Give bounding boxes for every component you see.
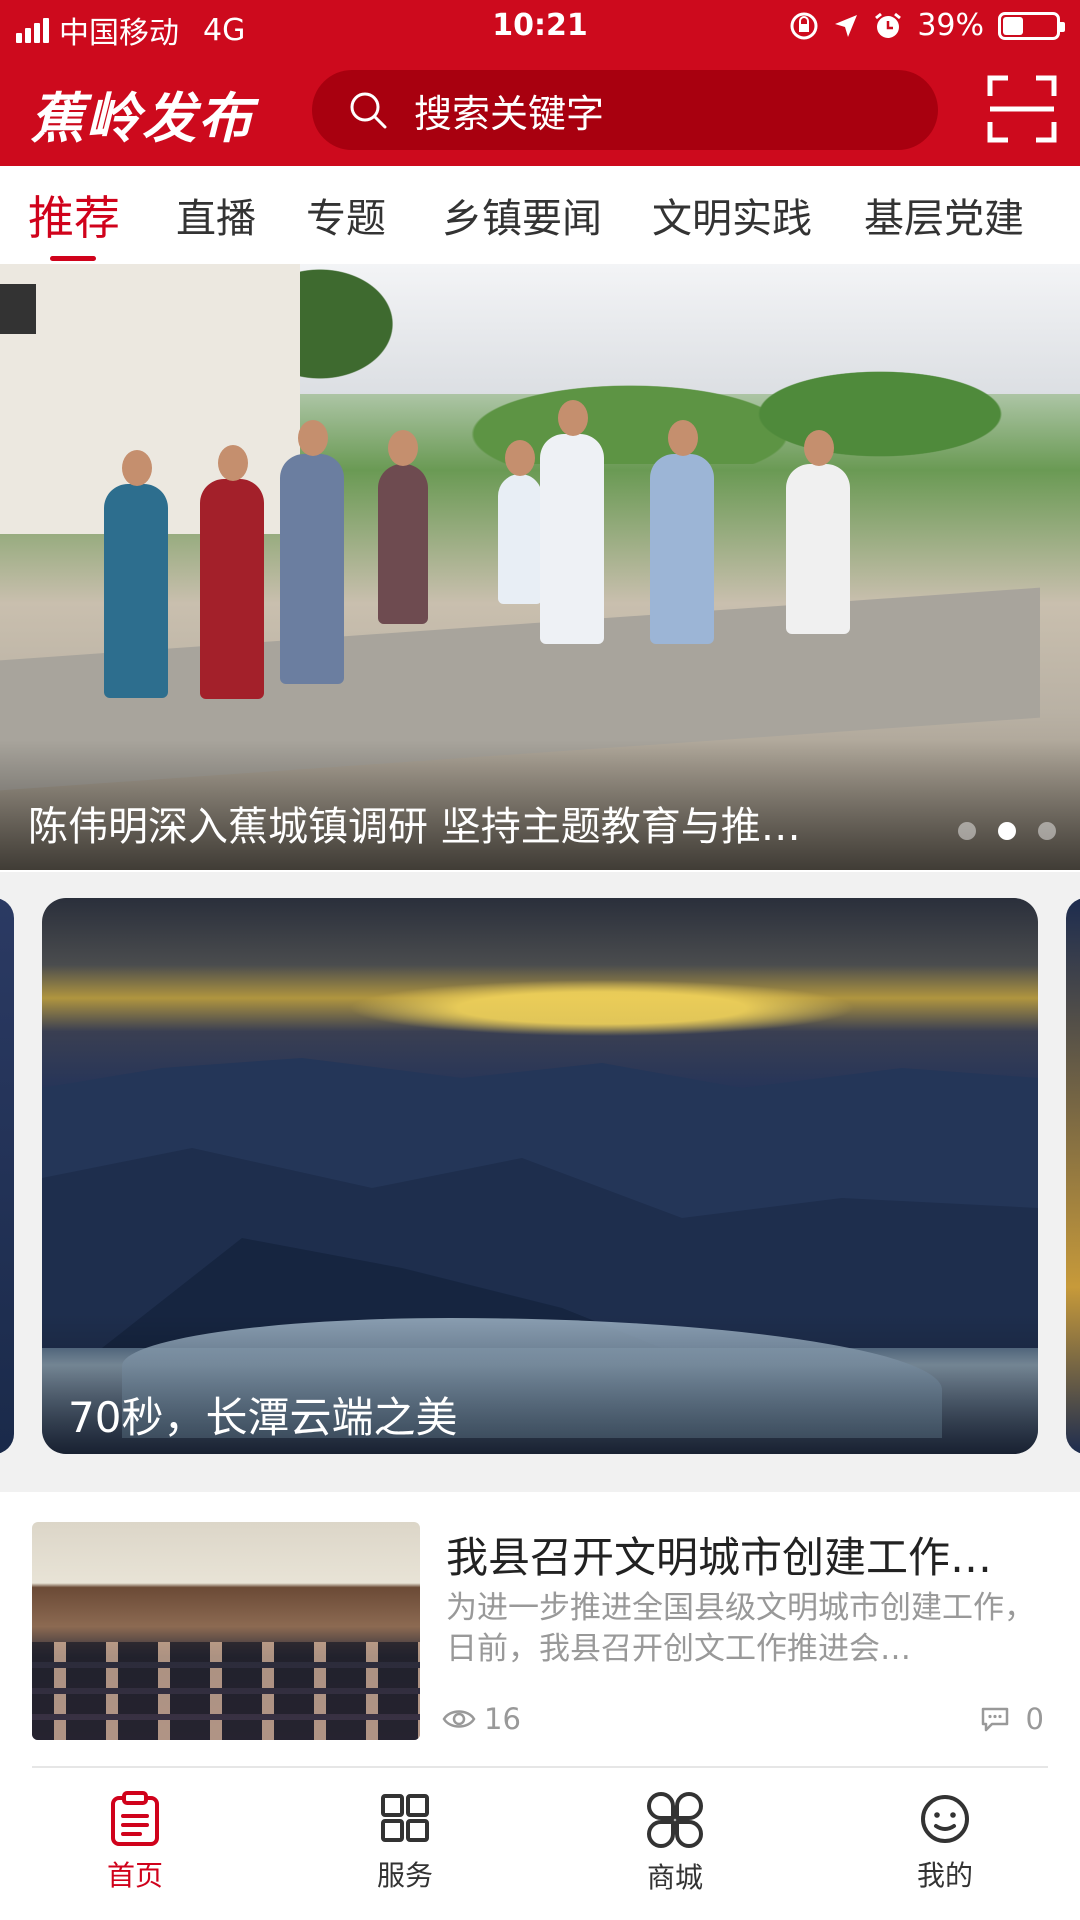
news-thumbnail bbox=[32, 1522, 420, 1740]
news-list-item[interactable]: 我县召开文明城市创建工作… 为进一步推进全国县级文明城市创建工作，日前，我县召开… bbox=[0, 1494, 1080, 1766]
app-logo: 蕉岭发布 bbox=[30, 86, 254, 150]
nav-profile-label: 我的 bbox=[916, 1859, 973, 1892]
alarm-icon bbox=[875, 12, 902, 38]
news-summary: 为进一步推进全国县级文明城市创建工作，日前，我县召开创文工作推进会… bbox=[446, 1590, 1035, 1667]
carousel-dots bbox=[958, 822, 1056, 840]
status-bar: 中国移动 4G 10:21 39% bbox=[0, 0, 1080, 56]
eye-icon bbox=[442, 1710, 476, 1728]
photo-person bbox=[786, 430, 850, 634]
app-bar: 蕉岭发布 搜索关键字 bbox=[0, 66, 1080, 156]
tab-live[interactable]: 直播 bbox=[176, 186, 256, 244]
battery-percent: 39% bbox=[917, 8, 984, 43]
carousel-caption[interactable]: 陈伟明深入蕉城镇调研 坚持主题教育与推… bbox=[28, 794, 908, 852]
battery-icon bbox=[998, 11, 1065, 40]
view-count: 16 bbox=[442, 1702, 521, 1736]
clipboard-icon bbox=[111, 1791, 159, 1846]
active-tab-indicator bbox=[50, 256, 96, 261]
nav-mall-label: 商城 bbox=[646, 1861, 703, 1894]
photo-person bbox=[540, 400, 604, 644]
grid-icon bbox=[381, 1794, 429, 1842]
scan-icon[interactable] bbox=[986, 74, 1058, 144]
orientation-lock-icon bbox=[790, 12, 818, 39]
tab-recommend[interactable]: 推荐 bbox=[28, 182, 120, 248]
nav-profile[interactable]: 我的 bbox=[860, 1790, 1030, 1894]
smiley-icon bbox=[921, 1795, 969, 1843]
photo-person bbox=[498, 440, 542, 604]
bottom-navigation: 首页 服务 商城 我的 bbox=[0, 1780, 1080, 1920]
category-tabs: 推荐 直播 专题 乡镇要闻 文明实践 基层党建 bbox=[0, 166, 1080, 264]
video-card-caption: 70秒，长潭云端之美 bbox=[68, 1393, 458, 1442]
tab-township-news[interactable]: 乡镇要闻 bbox=[442, 186, 602, 244]
tab-civilization-practice[interactable]: 文明实践 bbox=[652, 186, 812, 244]
search-icon bbox=[350, 92, 387, 129]
video-card-carousel[interactable]: 70秒，长潭云端之美 bbox=[0, 872, 1080, 1492]
nav-services-label: 服务 bbox=[376, 1859, 433, 1892]
carousel-dot[interactable] bbox=[958, 822, 976, 840]
hero-carousel[interactable]: 陈伟明深入蕉城镇调研 坚持主题教育与推… bbox=[0, 264, 1080, 870]
previous-card-peek[interactable] bbox=[0, 898, 14, 1454]
location-arrow-icon bbox=[835, 14, 858, 37]
search-input[interactable]: 搜索关键字 bbox=[312, 70, 938, 150]
nav-services[interactable]: 服务 bbox=[320, 1790, 490, 1894]
carousel-dot[interactable] bbox=[1038, 822, 1056, 840]
photo-person bbox=[104, 450, 168, 698]
clover-icon bbox=[647, 1792, 703, 1848]
app-header: 中国移动 4G 10:21 39% 蕉岭发布 搜索关键字 bbox=[0, 0, 1080, 166]
nav-home-label: 首页 bbox=[106, 1859, 163, 1892]
comment-icon bbox=[981, 1707, 1008, 1732]
list-divider bbox=[32, 1766, 1048, 1768]
video-card[interactable]: 70秒，长潭云端之美 bbox=[42, 898, 1038, 1454]
nav-mall[interactable]: 商城 bbox=[590, 1790, 760, 1896]
search-placeholder: 搜索关键字 bbox=[414, 91, 605, 136]
news-title: 我县召开文明城市创建工作… bbox=[446, 1533, 993, 1582]
next-card-peek[interactable] bbox=[1066, 898, 1080, 1454]
view-count-value: 16 bbox=[484, 1702, 521, 1736]
comment-count: 0 bbox=[980, 1702, 1044, 1736]
photo-person bbox=[280, 420, 344, 684]
carousel-dot-active[interactable] bbox=[998, 822, 1016, 840]
photo-person bbox=[200, 445, 264, 699]
photo-person bbox=[378, 430, 428, 624]
photo-person bbox=[650, 420, 714, 644]
comment-count-value: 0 bbox=[1025, 1702, 1044, 1736]
tab-topics[interactable]: 专题 bbox=[306, 186, 386, 244]
tab-grassroots-party[interactable]: 基层党建 bbox=[864, 186, 1024, 244]
nav-home[interactable]: 首页 bbox=[50, 1790, 220, 1894]
